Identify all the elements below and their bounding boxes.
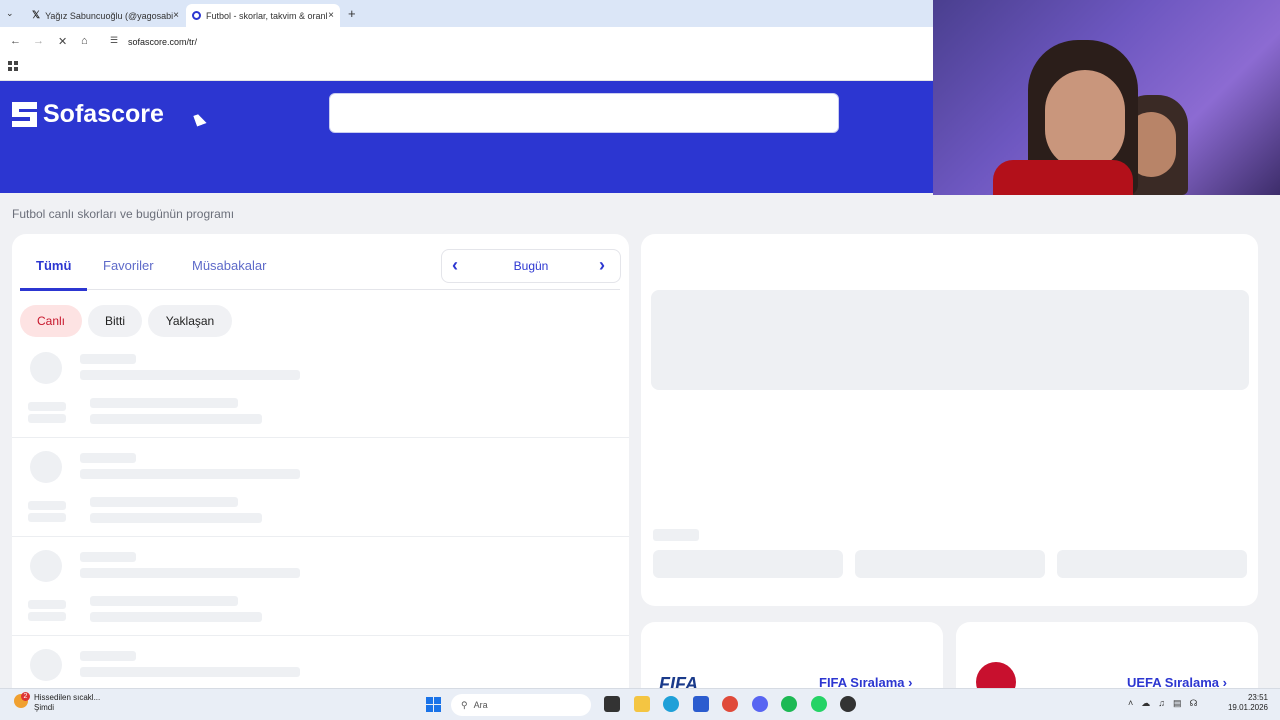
featured-skeleton-item [855, 550, 1045, 578]
filter-live[interactable]: Canlı [20, 305, 82, 337]
sofascore-icon [192, 11, 201, 20]
date-label[interactable]: Bugün [477, 259, 585, 273]
weather-widget[interactable]: Hissedilen sıcakl... Şimdi [34, 693, 100, 713]
url-field[interactable]: sofascore.com/tr/ [128, 37, 197, 47]
home-icon[interactable]: ⌂ [81, 35, 88, 47]
clock-date: 19.01.2026 [1227, 703, 1268, 712]
new-tab-button[interactable]: + [348, 6, 356, 21]
store-icon[interactable] [693, 696, 709, 712]
discord-icon[interactable] [752, 696, 768, 712]
whatsapp-icon[interactable] [811, 696, 827, 712]
file-explorer-icon[interactable] [634, 696, 650, 712]
notification-badge: 2 [21, 692, 30, 701]
search-icon: ⚲ [461, 699, 468, 710]
sofascore-logo[interactable]: Sofascore [12, 100, 164, 129]
sofascore-logo-icon [12, 102, 37, 127]
site-info-icon[interactable]: ☰ [110, 35, 118, 46]
forward-icon[interactable]: → [33, 35, 44, 47]
browser-tab-sofascore[interactable]: Futbol - skorlar, takvim & oranl × [186, 4, 340, 27]
fifa-ranking-card[interactable]: FIFA FIFA Sıralama › [641, 622, 943, 694]
weather-time: Şimdi [34, 703, 55, 712]
featured-skeleton-banner [651, 290, 1249, 390]
row-divider [12, 635, 629, 636]
row-divider [12, 437, 629, 438]
stop-loading-icon[interactable]: ✕ [58, 35, 67, 48]
close-tab-icon[interactable]: × [328, 10, 334, 21]
search-input[interactable] [329, 93, 839, 133]
tab-all[interactable]: Tümü [36, 258, 71, 273]
chevron-right-icon[interactable]: › [599, 255, 605, 276]
page-subtitle: Futbol canlı skorları ve bugünün program… [12, 207, 235, 221]
bookmarks-bar [0, 55, 934, 81]
tab-title: Yağız Sabuncuoğlu (@yagosabi [45, 10, 174, 21]
chrome-icon[interactable] [722, 696, 738, 712]
tab-title: Futbol - skorlar, takvim & oranl [206, 10, 328, 21]
taskbar-search-text: Ara [473, 700, 488, 710]
task-view-icon[interactable] [604, 696, 620, 712]
filter-finished[interactable]: Bitti [88, 305, 142, 337]
filter-upcoming[interactable]: Yaklaşan [148, 305, 232, 337]
logo-text: Sofascore [43, 100, 164, 128]
uefa-ranking-card[interactable]: UEFA Sıralama › [956, 622, 1258, 702]
tab-list-icon[interactable]: ⌄ [6, 8, 14, 19]
system-clock[interactable]: 23:51 19.01.2026 [1228, 693, 1268, 713]
webcam-overlay [933, 0, 1280, 195]
x-icon: 𝕏 [32, 10, 41, 21]
taskbar-search[interactable]: ⚲ Ara [451, 694, 591, 716]
windows-start-icon[interactable] [426, 697, 441, 712]
tab-favorites[interactable]: Favoriler [103, 258, 154, 273]
spotify-icon[interactable] [781, 696, 797, 712]
featured-skeleton-item [1057, 550, 1247, 578]
active-tab-indicator [20, 288, 87, 291]
tab-competitions[interactable]: Müsabakalar [192, 258, 266, 273]
featured-skeleton-label [653, 529, 699, 541]
edge-icon[interactable] [663, 696, 679, 712]
chevron-left-icon[interactable]: ‹ [452, 255, 458, 276]
apps-grid-icon[interactable] [8, 61, 18, 71]
tray-icons[interactable]: ˄☁♫▤☊ [1128, 698, 1206, 709]
row-divider [12, 536, 629, 537]
back-icon[interactable]: ← [10, 35, 21, 47]
clock-time: 23:51 [1247, 693, 1268, 702]
featured-skeleton-item [653, 550, 843, 578]
weather-text: Hissedilen sıcakl... [34, 693, 101, 702]
close-tab-icon[interactable]: × [173, 10, 179, 21]
app-icon[interactable] [840, 696, 856, 712]
browser-tab-x[interactable]: 𝕏 Yağız Sabuncuoğlu (@yagosabi × [26, 4, 180, 27]
